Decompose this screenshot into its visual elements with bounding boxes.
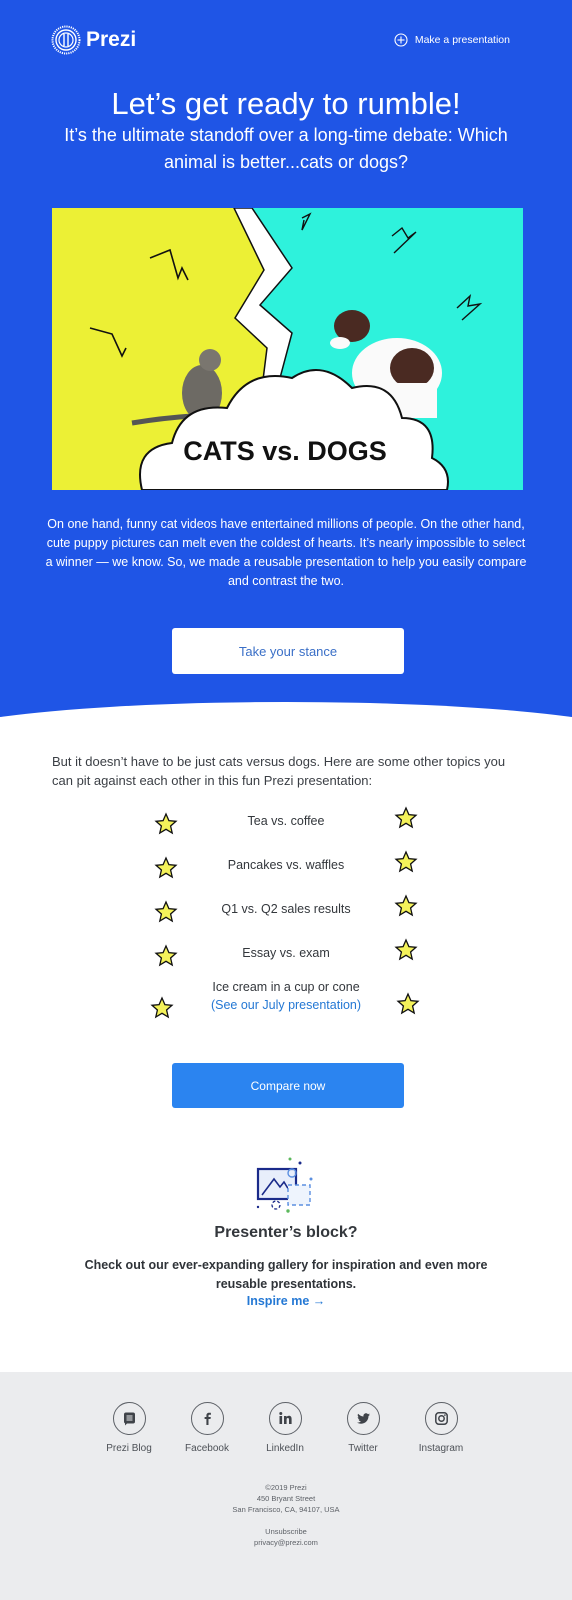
star-icon	[154, 812, 178, 835]
social-facebook[interactable]: Facebook	[168, 1402, 246, 1454]
social-icon-circle	[268, 1402, 302, 1435]
star-icon	[394, 894, 418, 917]
social-icon-circle	[346, 1402, 380, 1435]
social-twitter[interactable]: Twitter	[324, 1402, 402, 1454]
topic-text: Pancakes vs. waffles	[227, 858, 345, 872]
topic-item: Q1 vs. Q2 sales results	[150, 894, 422, 940]
make-presentation-label: Make a presentation	[414, 34, 510, 46]
intro-paragraph: On one hand, funny cat videos have enter…	[45, 517, 527, 588]
address-line-2: San Francisco, CA, 94107, USA	[232, 1505, 340, 1514]
image-caption: CATS vs. DOGS	[183, 436, 387, 466]
footer-links: Unsubscribe privacy@prezi.com	[0, 1526, 572, 1548]
topic-text: Tea vs. coffee	[247, 814, 325, 828]
topic-text: Q1 vs. Q2 sales results	[221, 902, 351, 916]
social-links: Prezi Blog Facebook LinkedIn Twitter Ins…	[90, 1402, 480, 1454]
cats-vs-dogs-image[interactable]: CATS vs. DOGS	[52, 208, 523, 490]
hero-section: Prezi Make a presentation Let’s get read…	[0, 0, 572, 720]
footer: Prezi Blog Facebook LinkedIn Twitter Ins…	[0, 1372, 572, 1600]
subheadline: It’s the ultimate standoff over a long-t…	[64, 125, 508, 172]
topic-item: Tea vs. coffee	[150, 806, 422, 852]
social-label: Facebook	[185, 1443, 229, 1454]
prezi-logo-icon	[51, 25, 81, 55]
facebook-icon	[204, 1412, 211, 1425]
privacy-email-link[interactable]: privacy@prezi.com	[0, 1537, 572, 1548]
star-icon	[150, 996, 174, 1019]
make-presentation-link[interactable]: Make a presentation	[394, 33, 510, 47]
compare-now-button[interactable]: Compare now	[172, 1063, 404, 1108]
star-icon	[154, 944, 178, 967]
headline: Let’s get ready to rumble!	[111, 86, 461, 121]
star-icon	[394, 806, 418, 829]
topics-section: But it doesn’t have to be just cats vers…	[0, 720, 572, 1372]
twitter-icon	[356, 1413, 370, 1424]
instagram-icon	[434, 1412, 448, 1425]
topic-text: Ice cream in a cup or cone	[212, 980, 360, 994]
plus-circle-icon	[394, 33, 408, 47]
star-icon	[154, 856, 178, 879]
star-icon	[154, 900, 178, 923]
inspire-me-link[interactable]: Inspire me →	[247, 1294, 326, 1308]
hero-curve-divider	[0, 702, 572, 720]
unsubscribe-link[interactable]: Unsubscribe	[0, 1526, 572, 1537]
prezi-logo[interactable]: Prezi	[51, 25, 136, 55]
linkedin-icon	[278, 1412, 292, 1424]
social-label: Twitter	[348, 1443, 378, 1454]
social-instagram[interactable]: Instagram	[402, 1402, 480, 1454]
social-label: Prezi Blog	[106, 1443, 152, 1454]
blog-icon	[123, 1412, 135, 1426]
topic-item: Ice cream in a cup or cone (See our July…	[150, 978, 422, 1028]
cats-vs-dogs-illustration: CATS vs. DOGS	[52, 208, 523, 490]
topic-text-block: Ice cream in a cup or cone (See our July…	[180, 978, 392, 1014]
address-line-1: 450 Bryant Street	[256, 1494, 316, 1503]
brand-name: Prezi	[86, 28, 137, 51]
star-icon	[394, 938, 418, 961]
company-address: ©2019 Prezi 450 Bryant Street San Franci…	[0, 1482, 572, 1515]
social-prezi-blog[interactable]: Prezi Blog	[90, 1402, 168, 1454]
top-bar: Prezi Make a presentation	[51, 24, 510, 56]
email-page: Prezi Make a presentation Let’s get read…	[0, 0, 572, 1600]
topic-item: Pancakes vs. waffles	[150, 850, 422, 896]
presenters-block-text: Check out our ever-expanding gallery for…	[84, 1258, 488, 1291]
social-icon-circle	[190, 1402, 224, 1435]
july-presentation-link[interactable]: (See our July presentation)	[211, 998, 361, 1012]
take-your-stance-button[interactable]: Take your stance	[172, 628, 404, 674]
social-label: Instagram	[418, 1443, 464, 1454]
topics-lead: But it doesn’t have to be just cats vers…	[52, 754, 506, 788]
social-icon-circle	[424, 1402, 458, 1435]
presenters-block-title: Presenter’s block?	[214, 1224, 358, 1241]
social-icon-circle	[112, 1402, 146, 1435]
image-gallery-icon	[256, 1157, 313, 1213]
copyright: ©2019 Prezi	[265, 1483, 307, 1492]
topic-text: Essay vs. exam	[242, 946, 330, 960]
star-icon	[396, 992, 420, 1015]
social-linkedin[interactable]: LinkedIn	[246, 1402, 324, 1454]
star-icon	[394, 850, 418, 873]
social-label: LinkedIn	[266, 1443, 304, 1454]
